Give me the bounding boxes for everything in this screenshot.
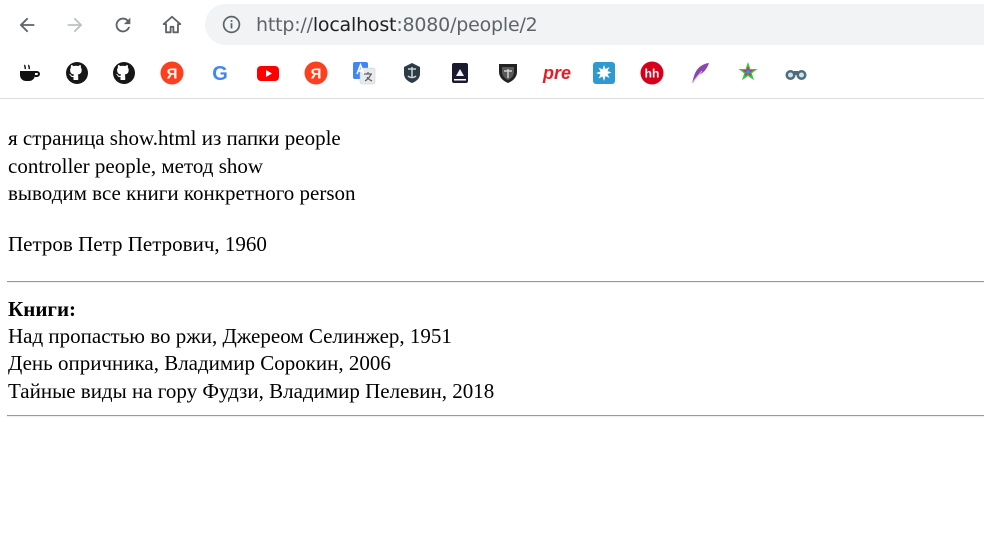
google-letter: G xyxy=(212,63,228,85)
address-url[interactable]: http://localhost:8080/people/2 xyxy=(256,14,538,36)
divider-bottom xyxy=(7,415,984,417)
browser-toolbar: http://localhost:8080/people/2 xyxy=(0,0,984,50)
bookmark-binoculars[interactable] xyxy=(783,60,809,86)
yandex-icon: Я xyxy=(304,61,328,85)
coffee-cup-icon xyxy=(20,64,40,81)
forward-button[interactable] xyxy=(59,9,91,41)
bookmark-github-1[interactable] xyxy=(64,60,90,86)
bookmarks-bar: Я G Я pre hh xyxy=(0,50,984,99)
bookmark-feather[interactable] xyxy=(687,60,713,86)
bookmark-google-translate[interactable] xyxy=(351,60,377,86)
yandex-letter: Я xyxy=(167,66,178,83)
bookmark-google[interactable]: G xyxy=(207,60,233,86)
book-item: Над пропастью во ржи, Джереом Селинжер, … xyxy=(8,324,452,348)
url-rest: :8080/people/2 xyxy=(396,14,538,36)
pre-icon: pre xyxy=(542,62,571,83)
home-button[interactable] xyxy=(156,9,188,41)
github-icon xyxy=(113,62,135,84)
intro-line-1: я страница show.html из папки people xyxy=(8,126,341,150)
reload-button[interactable] xyxy=(107,9,139,41)
book-item: Тайные виды на гору Фудзи, Владимир Пеле… xyxy=(8,379,495,403)
divider-top xyxy=(7,281,984,283)
google-translate-icon xyxy=(353,62,376,85)
hh-icon: hh xyxy=(640,61,664,85)
bookmark-yandex-1[interactable]: Я xyxy=(159,60,185,86)
bookmark-stars[interactable] xyxy=(735,60,761,86)
url-prefix: http:// xyxy=(256,14,313,36)
url-host: localhost xyxy=(312,14,397,36)
back-button[interactable] xyxy=(11,9,43,41)
person-info: Петров Петр Петрович, 1960 xyxy=(8,232,267,256)
book-icon xyxy=(452,63,468,83)
tanks-shield-icon xyxy=(499,64,517,83)
address-bar[interactable]: http://localhost:8080/people/2 xyxy=(205,4,984,45)
yandex-letter: Я xyxy=(311,66,322,83)
intro-line-3: выводим все книги конкретного person xyxy=(8,181,356,205)
reload-icon xyxy=(115,17,131,33)
splash-icon xyxy=(593,62,615,84)
bookmark-book[interactable] xyxy=(447,60,473,86)
google-icon: G xyxy=(212,63,228,85)
intro-line-2: controller people, метод show xyxy=(8,154,264,178)
github-icon xyxy=(66,62,88,84)
stars-icon xyxy=(738,62,758,81)
bookmark-pre[interactable]: pre xyxy=(541,60,573,86)
bookmark-splash[interactable] xyxy=(591,60,617,86)
hh-letters: hh xyxy=(645,67,660,81)
bookmark-warships[interactable] xyxy=(399,60,425,86)
info-icon[interactable] xyxy=(221,14,242,35)
bookmark-hh[interactable]: hh xyxy=(639,60,665,86)
bookmark-github-2[interactable] xyxy=(111,60,137,86)
binoculars-icon xyxy=(785,70,807,80)
forward-arrow-icon xyxy=(67,17,83,33)
books-title: Книги: xyxy=(8,297,77,321)
feather-icon xyxy=(691,63,709,84)
youtube-icon xyxy=(257,66,279,81)
bookmark-coffee[interactable] xyxy=(16,60,42,86)
bookmark-yandex-2[interactable]: Я xyxy=(303,60,329,86)
back-arrow-icon xyxy=(19,17,35,33)
bookmark-tanks[interactable] xyxy=(495,60,521,86)
book-item: День опричника, Владимир Сорокин, 2006 xyxy=(8,351,391,375)
warships-icon xyxy=(404,63,420,83)
yandex-icon: Я xyxy=(160,61,184,85)
home-icon xyxy=(162,15,182,34)
bookmark-youtube[interactable] xyxy=(255,60,281,86)
